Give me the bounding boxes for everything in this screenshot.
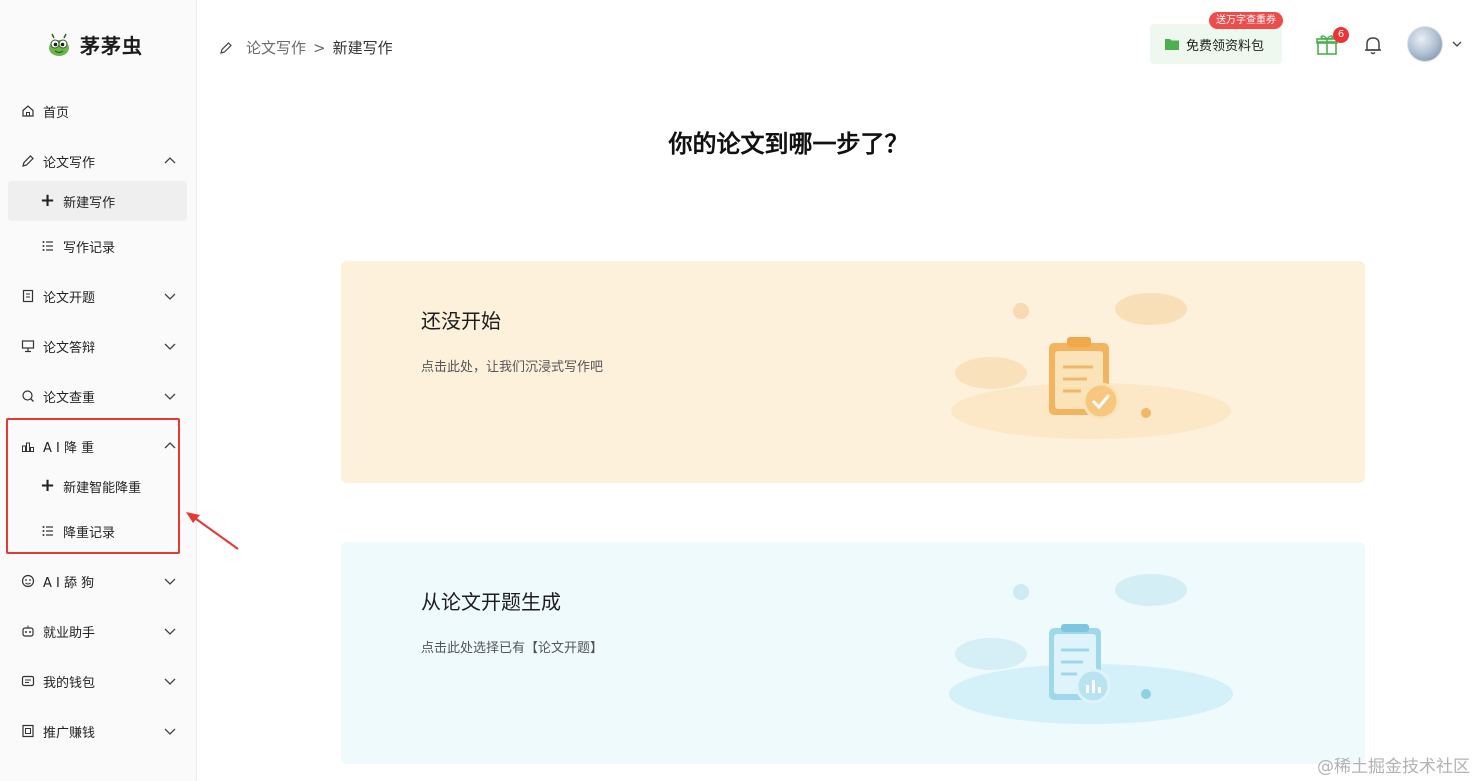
sidebar-item-label: 论文开题 [43, 290, 96, 306]
sidebar-item-label: A I 舔 狗 [43, 575, 95, 591]
sidebar-item-writing-records[interactable]: 写作记录 [8, 226, 187, 266]
breadcrumb-separator: > [313, 38, 326, 57]
sidebar: 茅茅虫 首页 论文写作 + 新建写作 写作记录 论文开题 论文答辩 论文查重 A… [0, 0, 197, 781]
sidebar-item-label: 新建写作 [63, 195, 116, 211]
face-icon [20, 573, 36, 589]
page-title-wrap: 你的论文到哪一步了？ [0, 124, 1478, 159]
chevron-down-icon [164, 578, 176, 585]
free-resource-button[interactable]: 免费领资料包 [1150, 24, 1282, 64]
clipboard-check-illustration-icon [951, 293, 1231, 439]
sidebar-item-label: 论文查重 [43, 390, 96, 406]
annotation-highlight-box [6, 418, 180, 554]
sidebar-item-ai-companion[interactable]: A I 舔 狗 [8, 561, 187, 601]
chevron-down-icon [164, 343, 176, 350]
sidebar-item-defense[interactable]: 论文答辩 [8, 326, 187, 366]
sidebar-item-plagiarism-check[interactable]: 论文查重 [8, 376, 187, 416]
gift-count-badge: 6 [1333, 27, 1349, 43]
promo-icon [20, 723, 36, 739]
sidebar-item-label: 就业助手 [43, 625, 96, 641]
sidebar-item-wallet[interactable]: 我的钱包 [8, 661, 187, 701]
pen-icon [220, 41, 232, 54]
watermark: @稀土掘金技术社区 [1317, 757, 1470, 777]
chevron-down-icon [164, 628, 176, 635]
sidebar-item-new-writing[interactable]: + 新建写作 [8, 181, 187, 221]
sidebar-item-label: 推广赚钱 [43, 725, 96, 741]
chevron-down-icon [164, 293, 176, 300]
breadcrumb-parent[interactable]: 论文写作 [246, 37, 306, 58]
card-title: 还没开始 [421, 309, 501, 333]
chevron-down-icon[interactable] [1451, 38, 1463, 50]
sidebar-item-promotion[interactable]: 推广赚钱 [8, 711, 187, 751]
chevron-down-icon [164, 728, 176, 735]
card-from-proposal[interactable]: 从论文开题生成 点击此处选择已有【论文开题】 [341, 542, 1365, 764]
sidebar-item-label: 写作记录 [63, 240, 116, 256]
free-resource-label: 免费领资料包 [1186, 38, 1265, 54]
breadcrumb: 论文写作 > 新建写作 [219, 37, 393, 58]
card-title: 从论文开题生成 [421, 590, 561, 614]
sidebar-item-proposal[interactable]: 论文开题 [8, 276, 187, 316]
doc-icon [20, 288, 36, 304]
search-icon [20, 388, 36, 404]
card-desc: 点击此处选择已有【论文开题】 [421, 641, 604, 656]
user-avatar[interactable] [1407, 26, 1443, 62]
wallet-icon [20, 673, 36, 689]
report-chart-illustration-icon [949, 574, 1233, 724]
list-icon [40, 238, 56, 254]
annotation-arrow-icon [186, 512, 239, 550]
sidebar-item-label: 论文答辩 [43, 340, 96, 356]
brand-logo[interactable]: 茅茅虫 [46, 30, 143, 59]
page-title: 你的论文到哪一步了？ [668, 130, 909, 158]
plus-icon: + [40, 190, 56, 211]
bell-icon[interactable] [1362, 34, 1384, 56]
chevron-down-icon [164, 393, 176, 400]
home-icon [20, 103, 36, 119]
sidebar-item-label: 首页 [43, 105, 70, 121]
breadcrumb-current: 新建写作 [332, 39, 393, 57]
sidebar-item-label: 我的钱包 [43, 675, 96, 691]
promo-badge: 送万字查重券 [1209, 12, 1283, 29]
presentation-icon [20, 338, 36, 354]
card-desc: 点击此处，让我们沉浸式写作吧 [421, 360, 604, 375]
sidebar-item-career-assistant[interactable]: 就业助手 [8, 611, 187, 651]
card-not-started[interactable]: 还没开始 点击此处，让我们沉浸式写作吧 [341, 261, 1365, 483]
folder-icon [1165, 39, 1179, 50]
chevron-down-icon [164, 678, 176, 685]
brand-name: 茅茅虫 [80, 34, 143, 58]
robot-icon [20, 623, 36, 639]
bug-mascot-icon [49, 33, 69, 56]
